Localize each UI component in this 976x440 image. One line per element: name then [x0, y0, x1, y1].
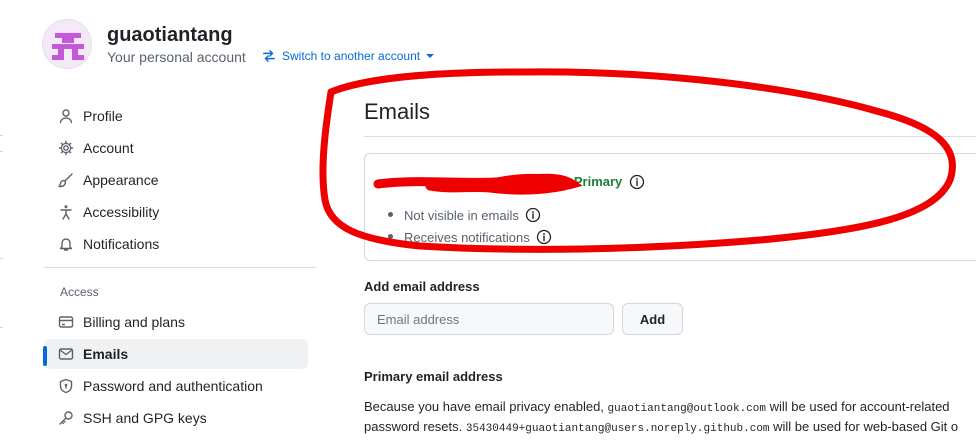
shield-lock-icon — [59, 378, 73, 394]
noreply-email-code: 35430449+guaotiantang@users.noreply.gith… — [465, 423, 770, 435]
primary-email-description-line-1: Because you have email privacy enabled, … — [364, 399, 950, 415]
edge-tick — [0, 151, 3, 152]
primary-email-description-line-2: password resets. 35430449+guaotiantang@u… — [364, 419, 958, 435]
key-icon — [59, 411, 73, 425]
caret-down-icon — [426, 54, 435, 58]
account-subtitle: Your personal account — [107, 49, 246, 65]
sidebar-item-accessibility[interactable]: Accessibility — [44, 197, 308, 227]
description-text: will be used for web-based Git o — [769, 419, 959, 434]
paintbrush-icon — [58, 173, 73, 188]
sidebar-item-ssh-gpg[interactable]: SSH and GPG keys — [44, 403, 308, 433]
gear-icon — [58, 140, 74, 156]
info-icon[interactable] — [525, 207, 541, 223]
bullet-text: Not visible in emails — [404, 207, 519, 223]
active-indicator — [43, 346, 47, 366]
email-properties-list: Not visible in emails Receives notificat… — [388, 204, 552, 248]
outlook-email-code: guaotiantang@outlook.com — [607, 403, 766, 415]
sidebar-item-label: Notifications — [83, 236, 160, 252]
switch-account-link[interactable]: Switch to another account — [262, 49, 435, 63]
edge-tick — [0, 258, 3, 259]
arrow-switch-icon — [263, 50, 275, 62]
credit-card-icon — [58, 316, 74, 328]
title-divider — [364, 136, 976, 137]
identicon-image — [43, 20, 91, 68]
primary-email-heading: Primary email address — [364, 369, 503, 384]
info-icon[interactable] — [536, 229, 552, 245]
sidebar-item-password[interactable]: Password and authentication — [44, 371, 308, 401]
sidebar-item-notifications[interactable]: Notifications — [44, 229, 308, 259]
sidebar-divider — [44, 267, 316, 268]
list-item: Receives notifications — [388, 226, 552, 248]
sidebar-item-label: Profile — [83, 108, 123, 124]
bell-icon — [59, 238, 73, 251]
sidebar-item-label: SSH and GPG keys — [83, 410, 207, 426]
description-text: Because you have email privacy enabled, — [364, 399, 608, 414]
switch-account-label: Switch to another account — [282, 49, 421, 63]
sidebar-item-profile[interactable]: Profile — [44, 101, 308, 131]
email-domain-suffix: .com — [519, 173, 552, 190]
sidebar-item-label: Password and authentication — [83, 378, 263, 394]
bullet-text: Receives notifications — [404, 229, 530, 245]
person-icon — [59, 109, 73, 124]
sidebar-item-emails[interactable]: Emails — [43, 339, 308, 369]
add-email-button[interactable]: Add — [622, 303, 683, 335]
info-icon[interactable] — [629, 174, 645, 190]
sidebar-item-label: Emails — [83, 346, 129, 362]
description-text: password resets. — [364, 419, 466, 434]
sidebar-item-billing[interactable]: Billing and plans — [44, 307, 308, 337]
access-section-heading: Access — [60, 285, 99, 299]
list-item: Not visible in emails — [388, 204, 552, 226]
edge-tick — [0, 327, 3, 328]
primary-email-row: .com – Primary — [380, 173, 645, 190]
edge-tick — [0, 135, 3, 136]
accessibility-icon — [60, 205, 72, 220]
sidebar-item-label: Account — [83, 140, 134, 156]
page-title: Emails — [364, 99, 431, 124]
mail-icon — [58, 348, 74, 360]
settings-page: guaotiantang Your personal account Switc… — [0, 0, 976, 440]
sidebar-item-label: Accessibility — [83, 204, 160, 220]
email-address-input[interactable] — [364, 303, 614, 335]
sidebar-item-appearance[interactable]: Appearance — [44, 165, 308, 195]
email-separator: – — [558, 173, 567, 190]
description-text: will be used for account-related — [765, 399, 950, 414]
sidebar-item-account[interactable]: Account — [44, 133, 308, 163]
avatar[interactable] — [42, 19, 92, 69]
sidebar-item-label: Appearance — [83, 172, 159, 188]
add-email-heading: Add email address — [364, 279, 480, 294]
account-username[interactable]: guaotiantang — [107, 24, 233, 47]
sidebar-item-label: Billing and plans — [83, 314, 185, 330]
primary-badge: Primary — [573, 174, 623, 189]
